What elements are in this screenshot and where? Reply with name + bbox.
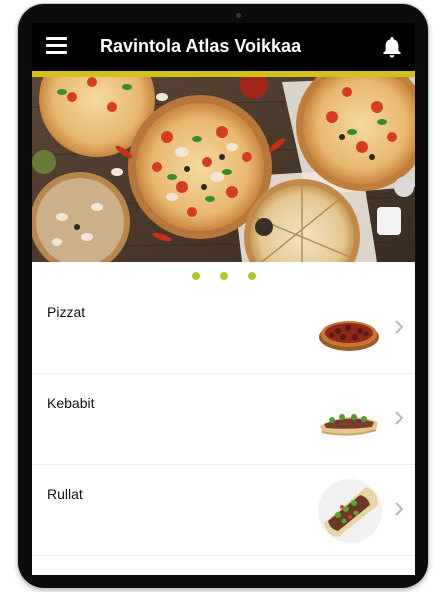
category-item-pizzat[interactable]: Pizzat [32, 283, 415, 374]
carousel-indicator [32, 269, 415, 283]
category-label: Pizzat [47, 304, 86, 320]
notifications-button[interactable] [381, 35, 403, 59]
app-screen: Ravintola Atlas Voikkaa Pizzat Kebabit R… [32, 23, 415, 575]
pizza-thumbnail [319, 321, 379, 351]
carousel-dot[interactable] [191, 272, 200, 280]
chevron-right-icon [395, 411, 404, 425]
menu-line [46, 51, 67, 54]
front-camera [236, 13, 241, 18]
category-label: Kebabit [47, 395, 95, 411]
category-item-kebabit[interactable]: Kebabit [32, 374, 415, 465]
page-title: Ravintola Atlas Voikkaa [100, 36, 302, 56]
category-label: Rullat [47, 486, 83, 502]
menu-button[interactable] [46, 37, 68, 57]
menu-category-list: Pizzat Kebabit Rullat [32, 283, 415, 556]
chevron-right-icon [395, 320, 404, 334]
carousel-banner[interactable] [32, 77, 415, 262]
menu-line [46, 44, 67, 47]
pizza-spread-banner [32, 77, 415, 262]
carousel-dot[interactable] [219, 272, 228, 280]
app-bar: Ravintola Atlas Voikkaa [32, 23, 415, 71]
chevron-right-icon [395, 502, 404, 516]
wrap-thumbnail [318, 479, 382, 543]
category-item-rullat[interactable]: Rullat [32, 465, 415, 556]
bell-icon [383, 37, 401, 58]
kebab-thumbnail [320, 414, 378, 436]
carousel-dot[interactable] [247, 272, 256, 280]
hamburger-menu-icon [46, 37, 67, 40]
